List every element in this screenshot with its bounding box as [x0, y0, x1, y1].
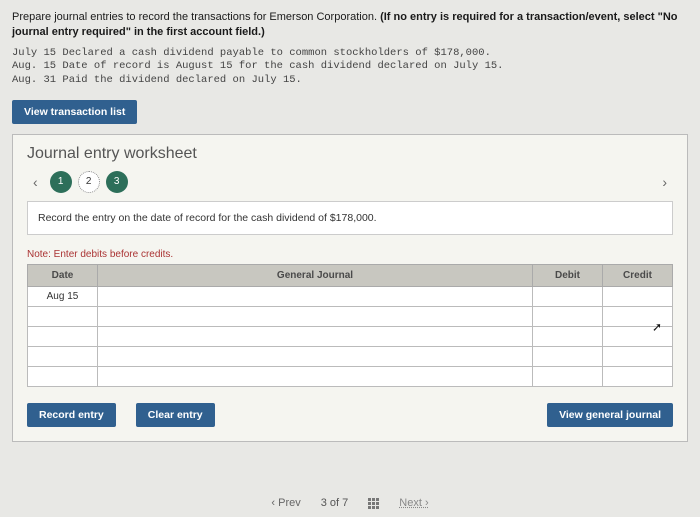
step-prev-chevron[interactable]: ‹: [27, 174, 44, 190]
step-navigation: ‹ 1 2 3 ›: [27, 171, 673, 193]
step-2-button[interactable]: 2: [78, 171, 100, 193]
prev-page-button[interactable]: ‹ Prev: [271, 497, 300, 509]
record-entry-button[interactable]: Record entry: [27, 403, 116, 427]
cursor-icon: ➚: [652, 320, 662, 334]
col-header-date: Date: [28, 264, 98, 286]
worksheet-title: Journal entry worksheet: [27, 145, 673, 163]
journal-entry-rows: Aug 15: [28, 286, 673, 386]
date-cell[interactable]: [28, 346, 98, 366]
next-page-button[interactable]: Next ›: [399, 497, 428, 509]
debit-cell[interactable]: [533, 286, 603, 306]
account-cell[interactable]: [98, 346, 533, 366]
credit-cell[interactable]: [603, 326, 673, 346]
journal-entry-table: Date General Journal Debit Credit Aug 15: [27, 264, 673, 387]
table-row: [28, 326, 673, 346]
paginator: ‹ Prev 3 of 7 Next ›: [0, 497, 700, 509]
account-cell[interactable]: [98, 306, 533, 326]
debit-cell[interactable]: [533, 306, 603, 326]
debit-cell[interactable]: [533, 346, 603, 366]
debit-cell[interactable]: [533, 326, 603, 346]
col-header-debit: Debit: [533, 264, 603, 286]
table-row: [28, 306, 673, 326]
step-next-chevron[interactable]: ›: [656, 174, 673, 190]
table-row: [28, 346, 673, 366]
table-row: [28, 366, 673, 386]
date-cell[interactable]: [28, 366, 98, 386]
next-label: Next: [399, 497, 422, 509]
credit-cell[interactable]: [603, 286, 673, 306]
credit-cell[interactable]: [603, 306, 673, 326]
date-cell[interactable]: [28, 306, 98, 326]
prev-label: Prev: [278, 497, 301, 509]
problem-instructions: Prepare journal entries to record the tr…: [12, 10, 688, 41]
grid-view-icon[interactable]: [368, 498, 379, 509]
clear-entry-button[interactable]: Clear entry: [136, 403, 215, 427]
col-header-credit: Credit: [603, 264, 673, 286]
date-cell[interactable]: [28, 326, 98, 346]
credit-cell[interactable]: [603, 346, 673, 366]
debits-before-credits-note: Note: Enter debits before credits.: [27, 249, 673, 260]
transaction-list-text: July 15 Declared a cash dividend payable…: [12, 47, 688, 88]
col-header-general-journal: General Journal: [98, 264, 533, 286]
step-1-button[interactable]: 1: [50, 171, 72, 193]
step-3-button[interactable]: 3: [106, 171, 128, 193]
date-cell[interactable]: Aug 15: [28, 286, 98, 306]
instructions-text: Prepare journal entries to record the tr…: [12, 11, 380, 23]
debit-cell[interactable]: [533, 366, 603, 386]
journal-entry-worksheet: Journal entry worksheet ‹ 1 2 3 › Record…: [12, 134, 688, 442]
table-row: Aug 15: [28, 286, 673, 306]
credit-cell[interactable]: [603, 366, 673, 386]
view-transaction-list-button[interactable]: View transaction list: [12, 100, 137, 124]
step-instruction-box: Record the entry on the date of record f…: [27, 201, 673, 235]
account-cell[interactable]: [98, 286, 533, 306]
account-cell[interactable]: [98, 326, 533, 346]
page-position: 3 of 7: [321, 497, 349, 509]
view-general-journal-button[interactable]: View general journal: [547, 403, 673, 427]
account-cell[interactable]: [98, 366, 533, 386]
